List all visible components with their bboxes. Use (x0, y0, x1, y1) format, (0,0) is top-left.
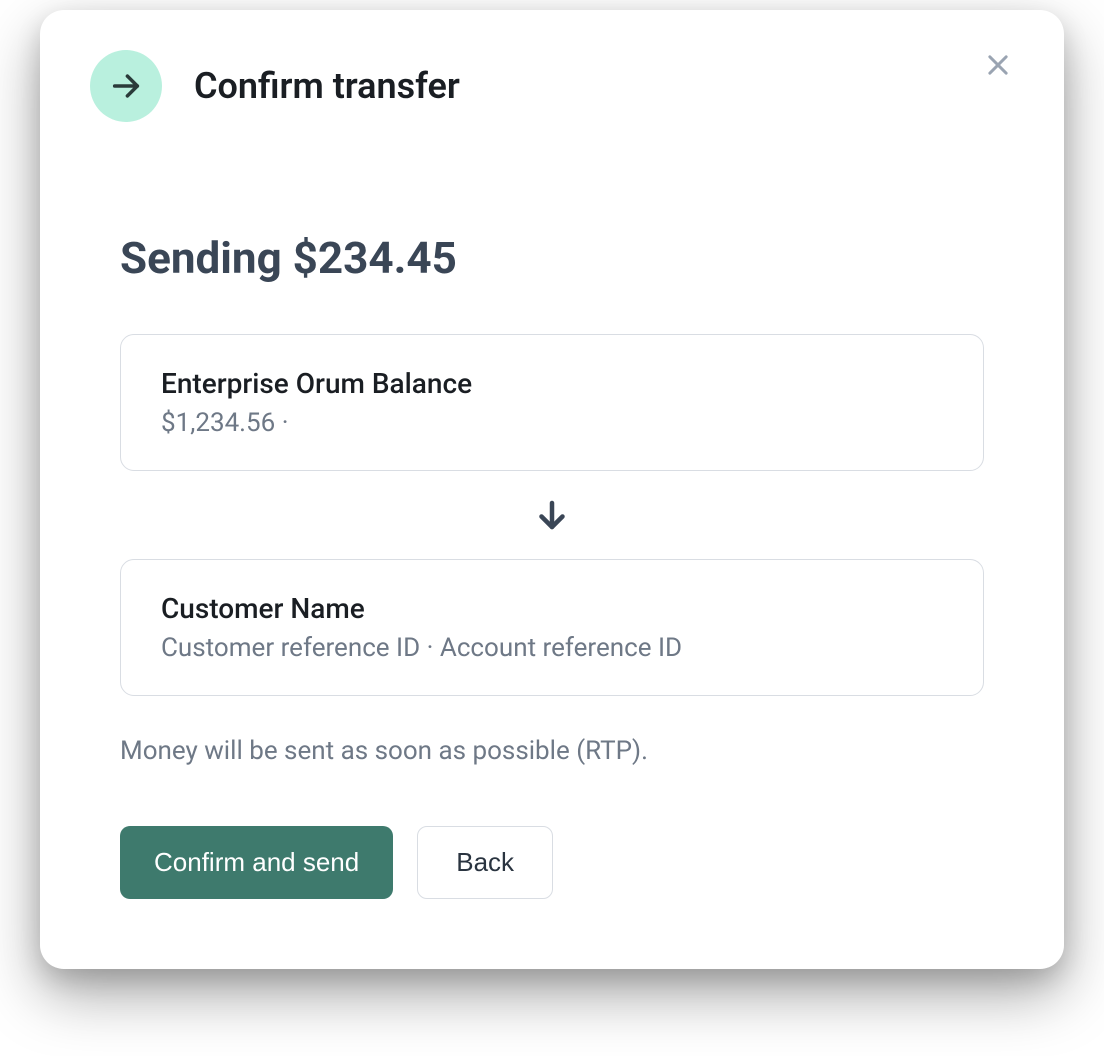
back-button[interactable]: Back (417, 826, 553, 899)
transfer-note: Money will be sent as soon as possible (… (120, 736, 984, 766)
close-button[interactable] (980, 48, 1016, 84)
source-account-card: Enterprise Orum Balance $1,234.56 · (120, 334, 984, 471)
source-account-detail: $1,234.56 · (161, 408, 943, 438)
destination-account-detail: Customer reference ID · Account referenc… (161, 633, 943, 663)
dialog-header: Confirm transfer (90, 50, 1014, 122)
confirm-transfer-dialog: Confirm transfer Sending $234.45 Enterpr… (40, 10, 1064, 969)
destination-account-card: Customer Name Customer reference ID · Ac… (120, 559, 984, 696)
button-row: Confirm and send Back (120, 826, 984, 899)
dialog-content: Sending $234.45 Enterprise Orum Balance … (90, 232, 1014, 899)
close-icon (984, 51, 1012, 82)
confirm-send-button[interactable]: Confirm and send (120, 826, 393, 899)
source-account-name: Enterprise Orum Balance (161, 367, 943, 400)
transfer-arrow-icon (90, 50, 162, 122)
arrow-down-icon (120, 471, 984, 559)
dialog-title: Confirm transfer (194, 65, 460, 107)
destination-account-name: Customer Name (161, 592, 943, 625)
sending-amount-heading: Sending $234.45 (120, 232, 984, 284)
